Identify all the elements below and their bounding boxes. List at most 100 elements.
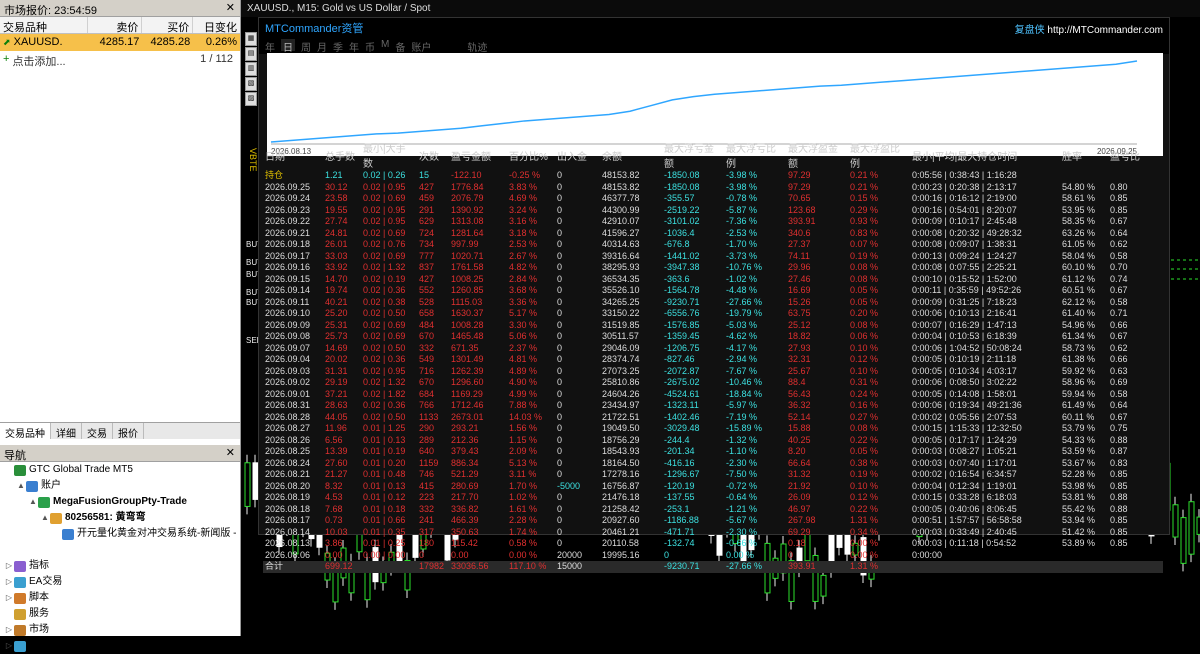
- period-tab[interactable]: 月: [317, 39, 327, 54]
- col-header[interactable]: 余额: [600, 140, 662, 170]
- col-ask[interactable]: 买价: [142, 17, 194, 34]
- table-row[interactable]: 2026.08.20 8.32 0.01 | 0.13 415 280.69 1.70 %…: [263, 481, 1163, 493]
- table-row[interactable]: 2026.08.27 11.96 0.01 | 1.25 290 293.21 1.56 …: [263, 423, 1163, 435]
- toolbar-icon[interactable]: ▧: [245, 77, 257, 91]
- toolbar-icon[interactable]: ▥: [245, 62, 257, 76]
- nav-item[interactable]: ▲ 账户: [0, 478, 240, 494]
- table-row[interactable]: 2026.09.24 23.58 0.02 | 0.69 459 2076.79 4.69…: [263, 193, 1163, 205]
- table-row[interactable]: 2026.09.02 29.19 0.02 | 1.32 670 1296.60 4.90…: [263, 377, 1163, 389]
- col-header[interactable]: 最大浮盈金额: [786, 140, 848, 170]
- col-header[interactable]: 百分比%: [507, 140, 555, 170]
- col-header[interactable]: 最小|平均|最大持仓时间: [910, 140, 1060, 170]
- nav-item[interactable]: ▲ 80256581: 黄弯弯: [0, 510, 240, 526]
- col-header[interactable]: 出入金: [555, 140, 600, 170]
- table-row[interactable]: 2026.09.25 30.12 0.02 | 0.95 427 1776.84 3.83…: [263, 182, 1163, 194]
- nav-item[interactable]: 服务: [0, 606, 240, 622]
- table-row[interactable]: 2026.09.04 20.02 0.02 | 0.36 549 1301.49 4.81…: [263, 354, 1163, 366]
- col-symbol[interactable]: 交易品种: [0, 17, 88, 34]
- expand-arrow-icon[interactable]: ▷: [4, 558, 14, 574]
- table-row[interactable]: 2026.09.03 31.31 0.02 | 0.95 716 1262.39 4.89…: [263, 366, 1163, 378]
- col-header[interactable]: 盈亏金额: [449, 140, 507, 170]
- table-row[interactable]: 2026.09.17 33.03 0.02 | 0.69 777 1020.71 2.67…: [263, 251, 1163, 263]
- table-row[interactable]: 2026.08.24 27.60 0.01 | 0.20 1159 886.34 5.13…: [263, 458, 1163, 470]
- table-row[interactable]: 2026.09.23 19.55 0.02 | 0.95 291 1390.92 3.24…: [263, 205, 1163, 217]
- table-row[interactable]: 2026.09.08 25.73 0.02 | 0.69 670 1465.48 5.06…: [263, 331, 1163, 343]
- period-tab[interactable]: 账户: [411, 39, 431, 54]
- col-header[interactable]: 最大浮亏金额: [662, 140, 724, 170]
- col-header[interactable]: 最大浮亏比例: [724, 140, 786, 170]
- table-row[interactable]: 2026.08.14 10.03 0.01 | 0.35 317 350.63 1.74 …: [263, 527, 1163, 539]
- table-row[interactable]: 2026.08.31 28.63 0.02 | 0.36 766 1712.46 7.88…: [263, 400, 1163, 412]
- col-header[interactable]: 日期: [263, 140, 323, 170]
- table-cell: 289: [419, 434, 435, 445]
- market-watch-row[interactable]: ⬈ XAUUSD. 4285.17 4285.28 0.26%: [0, 34, 240, 51]
- col-header[interactable]: 最大浮盈比例: [848, 140, 910, 170]
- period-tab[interactable]: 年: [265, 39, 275, 54]
- table-row[interactable]: 2026.09.16 33.92 0.02 | 1.32 837 1761.58 4.82…: [263, 262, 1163, 274]
- col-header[interactable]: 最小|大手数: [361, 140, 417, 170]
- tab-details[interactable]: 详细: [51, 423, 82, 440]
- total-row[interactable]: 合计 699.12 17982 33036.56 117.10 % 15000 -9230.…: [263, 561, 1163, 573]
- col-header[interactable]: 盈亏比: [1108, 140, 1163, 170]
- table-row[interactable]: 2026.09.15 14.70 0.02 | 0.19 427 1008.25 2.84…: [263, 274, 1163, 286]
- table-row[interactable]: 2026.08.26 6.56 0.01 | 0.13 289 212.36 1.15 %…: [263, 435, 1163, 447]
- table-row[interactable]: 2026.08.21 21.27 0.01 | 0.48 746 521.29 3.11 …: [263, 469, 1163, 481]
- expand-arrow-icon[interactable]: ▲: [40, 510, 50, 526]
- period-tab[interactable]: 年: [349, 39, 359, 54]
- tab-symbols[interactable]: 交易品种: [0, 423, 51, 440]
- nav-item[interactable]: [0, 542, 240, 558]
- tab-ticks[interactable]: 报价: [113, 423, 144, 440]
- add-symbol-row[interactable]: + 点击添加... 1 / 112: [0, 51, 240, 68]
- table-cell: 0:00:51 | 1:57:57 | 56:58:58: [912, 515, 1022, 526]
- col-header[interactable]: 总手数: [323, 140, 361, 170]
- table-row[interactable]: 2026.08.28 44.05 0.02 | 0.50 1133 2673.01 14.…: [263, 412, 1163, 424]
- table-row[interactable]: 2026.09.14 19.74 0.02 | 0.36 552 1260.85 3.68…: [263, 285, 1163, 297]
- table-row[interactable]: 2026.09.22 27.74 0.02 | 0.95 629 1313.08 3.16…: [263, 216, 1163, 228]
- expand-arrow-icon[interactable]: ▲: [28, 494, 38, 510]
- period-tab[interactable]: 轨迹: [467, 39, 487, 54]
- expand-arrow-icon[interactable]: ▷: [4, 574, 14, 590]
- period-tab[interactable]: 日: [281, 39, 295, 54]
- table-row[interactable]: 2026.09.01 37.21 0.02 | 1.82 684 1169.29 4.99…: [263, 389, 1163, 401]
- table-row[interactable]: 2026.08.17 0.73 0.01 | 0.66 241 466.39 2.28 %…: [263, 515, 1163, 527]
- expand-arrow-icon[interactable]: ▷: [4, 638, 14, 654]
- brand-url[interactable]: http://MTCommander.com: [1047, 25, 1163, 36]
- nav-item[interactable]: 开元量化黄金对冲交易系统-新闻版 -: [0, 526, 240, 542]
- col-bid[interactable]: 卖价: [88, 17, 143, 34]
- table-row[interactable]: 2026.09.11 40.21 0.02 | 0.38 528 1115.03 3.36…: [263, 297, 1163, 309]
- toolbar-icon[interactable]: ▦: [245, 32, 257, 46]
- nav-item[interactable]: ▷ EA交易: [0, 574, 240, 590]
- period-tab[interactable]: M: [381, 39, 389, 51]
- nav-item[interactable]: ▷ 脚本: [0, 590, 240, 606]
- period-tab[interactable]: 周: [301, 39, 311, 54]
- period-tab[interactable]: 季: [333, 39, 343, 54]
- period-tab[interactable]: 备: [395, 39, 405, 54]
- close-icon[interactable]: ✕: [226, 1, 235, 14]
- table-row[interactable]: 2026.08.19 4.53 0.01 | 0.12 223 217.70 1.02 %…: [263, 492, 1163, 504]
- table-row[interactable]: 2026.09.09 25.31 0.02 | 0.69 484 1008.28 3.30…: [263, 320, 1163, 332]
- table-row[interactable]: 2026.08.25 13.39 0.01 | 0.19 640 379.43 2.09 …: [263, 446, 1163, 458]
- table-row[interactable]: 2026.09.10 25.20 0.02 | 0.50 658 1630.37 5.17…: [263, 308, 1163, 320]
- col-header[interactable]: 次数: [417, 140, 449, 170]
- table-row[interactable]: 2026.08.18 7.68 0.01 | 0.18 332 336.82 1.61 %…: [263, 504, 1163, 516]
- nav-item[interactable]: ▲ MegaFusionGroupPty-Trade: [0, 494, 240, 510]
- table-row[interactable]: 持仓 1.21 0.02 | 0.26 15 -122.10 -0.25 % 0 48153.…: [263, 170, 1163, 182]
- nav-item[interactable]: ▷ 指标: [0, 558, 240, 574]
- table-cell: 2026.09.03: [265, 365, 311, 376]
- toolbar-icon[interactable]: ▨: [245, 92, 257, 106]
- tab-trading[interactable]: 交易: [82, 423, 113, 440]
- nav-item[interactable]: ▷ 信号: [0, 638, 240, 654]
- table-row[interactable]: 2026.08.13 3.86 0.01 | 0.25 180 115.42 0.58 %…: [263, 538, 1163, 550]
- expand-arrow-icon[interactable]: ▲: [16, 478, 26, 494]
- table-row[interactable]: 2026.09.18 26.01 0.02 | 0.76 734 997.99 2.53 …: [263, 239, 1163, 251]
- period-tab[interactable]: 币: [365, 39, 375, 54]
- expand-arrow-icon[interactable]: ▷: [4, 590, 14, 606]
- toolbar-icon[interactable]: ▤: [245, 47, 257, 61]
- table-row[interactable]: 2026.09.07 14.69 0.02 | 0.50 332 671.35 2.37 …: [263, 343, 1163, 355]
- col-header[interactable]: 胜率: [1060, 140, 1108, 170]
- table-row[interactable]: 2026.08.06 0.00 0.00 | 0.00 0 0.00 0.00 % 2000…: [263, 550, 1163, 562]
- nav-item[interactable]: GTC Global Trade MT5: [0, 462, 240, 478]
- table-row[interactable]: 2026.09.21 24.81 0.02 | 0.69 724 1281.64 3.18…: [263, 228, 1163, 240]
- col-change[interactable]: 日变化: [193, 17, 240, 34]
- close-icon[interactable]: ✕: [226, 446, 235, 459]
